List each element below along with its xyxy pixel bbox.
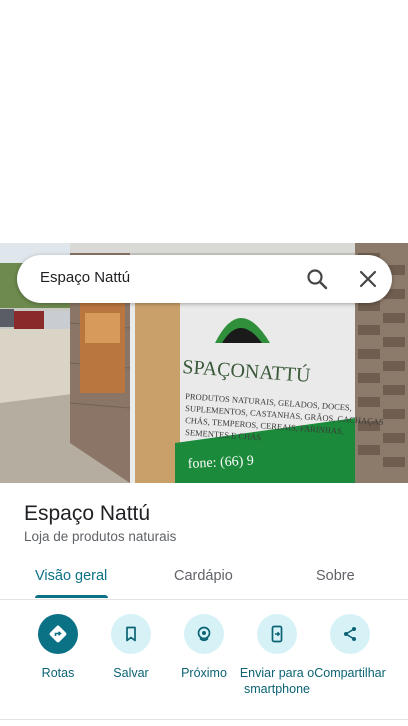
search-input[interactable]: Espaço Nattú (40, 269, 130, 286)
divider (0, 719, 408, 720)
tab-overview[interactable]: Visão geral (35, 568, 107, 584)
active-tab-indicator (35, 595, 108, 598)
directions-label: Rotas (41, 666, 75, 680)
nearby-label: Próximo (181, 666, 227, 680)
directions-button[interactable]: Rotas (16, 614, 100, 681)
send-to-phone-label: Enviar para o smartphone (239, 666, 315, 696)
close-icon[interactable] (356, 267, 380, 291)
send-to-phone-icon (257, 614, 297, 654)
search-bar[interactable]: Espaço Nattú (17, 255, 392, 303)
save-button[interactable]: Salvar (89, 614, 173, 681)
place-name: Espaço Nattú (24, 502, 151, 525)
send-to-phone-button[interactable]: Enviar para o smartphone (235, 614, 319, 697)
share-icon (330, 614, 370, 654)
bookmark-icon (111, 614, 151, 654)
tab-about[interactable]: Sobre (316, 568, 355, 584)
share-button[interactable]: Compartilhar (308, 614, 392, 681)
directions-icon (38, 614, 78, 654)
place-category: Loja de produtos naturais (24, 529, 177, 544)
tab-bar: Visão geral Cardápio Sobre (0, 556, 408, 600)
nearby-icon (184, 614, 224, 654)
save-label: Salvar (113, 666, 149, 680)
map-blank-area (0, 0, 408, 243)
share-label: Compartilhar (314, 666, 386, 680)
search-icon[interactable] (305, 267, 329, 291)
nearby-button[interactable]: Próximo (162, 614, 246, 681)
action-row: Rotas Salvar Próximo Enviar para o smart… (0, 610, 408, 720)
tab-menu[interactable]: Cardápio (174, 568, 233, 584)
